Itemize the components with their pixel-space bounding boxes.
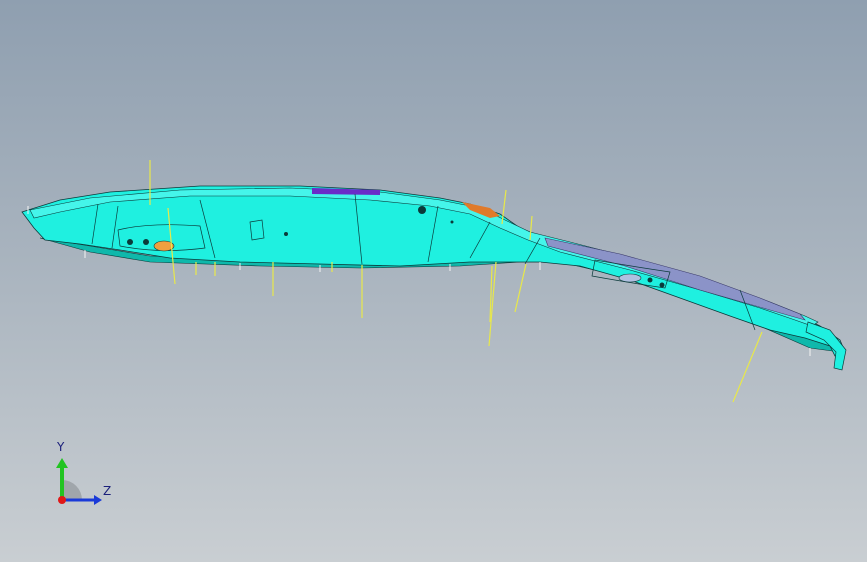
part-arm-stripe <box>544 237 806 321</box>
axis-triad-graphic <box>56 458 102 505</box>
y-axis-label: Y <box>57 440 65 454</box>
part-slot-right <box>618 273 642 283</box>
part-body-main <box>21 185 846 357</box>
cad-part-model[interactable] <box>0 0 867 562</box>
3d-viewport[interactable]: Y Z <box>0 0 867 562</box>
z-axis-label: Z <box>103 484 112 498</box>
part-purple-accent <box>312 188 380 195</box>
axis-triad: Y Z <box>44 438 124 518</box>
